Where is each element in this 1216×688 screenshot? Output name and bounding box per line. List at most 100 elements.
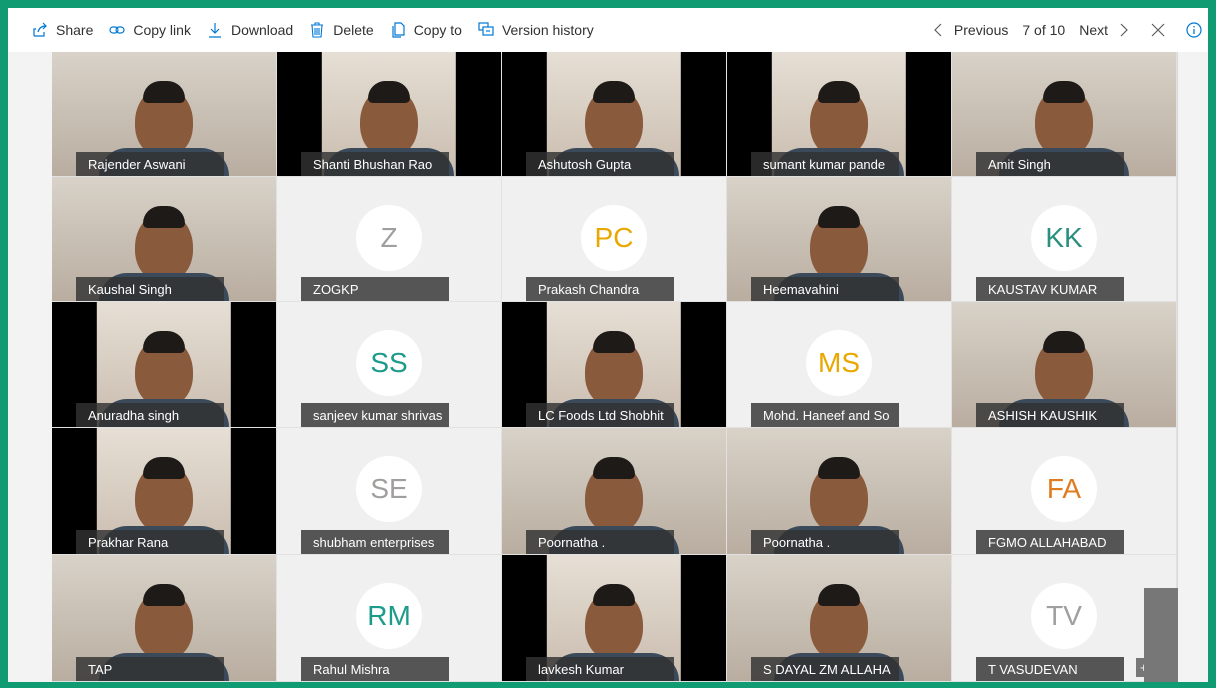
participant-name: S DAYAL ZM ALLAHA bbox=[751, 657, 899, 681]
participant-tile: ASHISH KAUSHIK bbox=[952, 302, 1177, 428]
participant-video bbox=[810, 584, 868, 661]
participant-video bbox=[360, 80, 418, 157]
participant-tile: FA FGMO ALLAHABAD bbox=[952, 428, 1177, 555]
toolbar-actions: Share Copy link Download Delete Copy to … bbox=[8, 22, 610, 38]
participant-tile: Kaushal Singh bbox=[52, 177, 277, 302]
initials-avatar: KK bbox=[1031, 205, 1097, 271]
info-icon bbox=[1186, 22, 1202, 38]
toolbar-navigation: Previous 7 of 10 Next bbox=[932, 22, 1208, 38]
participant-tile: SE shubham enterprises bbox=[277, 428, 502, 555]
share-button[interactable]: Share bbox=[32, 22, 93, 38]
participant-tile: Z ZOGKP bbox=[277, 177, 502, 302]
close-button[interactable] bbox=[1150, 22, 1166, 38]
participant-name: Rajender Aswani bbox=[76, 152, 224, 176]
participant-video bbox=[810, 205, 868, 282]
viewer-frame: Share Copy link Download Delete Copy to … bbox=[8, 8, 1208, 682]
next-label: Next bbox=[1079, 22, 1108, 38]
next-button[interactable]: Next bbox=[1079, 22, 1130, 38]
close-icon bbox=[1151, 23, 1165, 37]
participant-name: KAUSTAV KUMAR bbox=[976, 277, 1124, 301]
participant-name: Kaushal Singh bbox=[76, 277, 224, 301]
share-icon bbox=[33, 22, 47, 37]
participant-name: T VASUDEVAN bbox=[976, 657, 1124, 681]
participant-video bbox=[585, 457, 643, 534]
delete-label: Delete bbox=[333, 22, 374, 38]
previous-label: Previous bbox=[953, 22, 1009, 38]
participant-video bbox=[810, 80, 868, 157]
participant-video bbox=[135, 457, 193, 534]
initials-avatar: PC bbox=[581, 205, 647, 271]
chevron-right-icon bbox=[1120, 23, 1128, 37]
chevron-left-icon bbox=[934, 23, 942, 37]
participant-tile: Prakhar Rana bbox=[52, 428, 277, 555]
participant-tile: PC Prakash Chandra bbox=[502, 177, 727, 302]
participant-tile: Rajender Aswani bbox=[52, 52, 277, 177]
previous-button[interactable]: Previous bbox=[932, 22, 1008, 38]
participant-name: TAP bbox=[76, 657, 224, 681]
participant-tile: S DAYAL ZM ALLAHA bbox=[727, 555, 952, 682]
participant-video bbox=[1035, 331, 1093, 407]
initials-avatar: SE bbox=[356, 456, 422, 522]
participant-video bbox=[585, 584, 643, 661]
participant-name: Poornatha . bbox=[751, 530, 899, 554]
share-label: Share bbox=[56, 22, 94, 38]
image-stage: Rajender Aswani Shanti Bhushan Rao Ashutos… bbox=[8, 52, 1208, 682]
page-counter: 7 of 10 bbox=[1022, 22, 1066, 38]
participant-tile: TAP bbox=[52, 555, 277, 682]
participant-name: shubham enterprises bbox=[301, 530, 449, 554]
info-button[interactable] bbox=[1186, 22, 1202, 38]
participant-name: ZOGKP bbox=[301, 277, 449, 301]
version-history-button[interactable]: Version history bbox=[478, 22, 594, 38]
participant-video bbox=[135, 331, 193, 407]
participant-tile: Heemavahini bbox=[727, 177, 952, 302]
participant-name: sumant kumar pande bbox=[751, 152, 899, 176]
delete-button[interactable]: Delete bbox=[309, 22, 374, 38]
participant-tile: MS Mohd. Haneef and So bbox=[727, 302, 952, 428]
copy-link-label: Copy link bbox=[133, 22, 191, 38]
copy-link-button[interactable]: Copy link bbox=[109, 22, 191, 38]
participant-tile: Shanti Bhushan Rao bbox=[277, 52, 502, 177]
participant-name: sanjeev kumar shrivas bbox=[301, 403, 449, 427]
trash-icon bbox=[311, 22, 324, 38]
participant-name: Amit Singh bbox=[976, 152, 1124, 176]
participant-name: Poornatha . bbox=[526, 530, 674, 554]
initials-avatar: Z bbox=[356, 205, 422, 271]
participant-tile: Poornatha . bbox=[502, 428, 727, 555]
download-button[interactable]: Download bbox=[207, 22, 293, 38]
copy-icon bbox=[392, 22, 405, 38]
version-history-icon bbox=[478, 22, 494, 36]
participant-name: Prakash Chandra bbox=[526, 277, 674, 301]
initials-avatar: TV bbox=[1031, 583, 1097, 649]
participant-video bbox=[585, 80, 643, 157]
copy-to-label: Copy to bbox=[413, 22, 462, 38]
toolbar: Share Copy link Download Delete Copy to … bbox=[8, 8, 1208, 52]
participant-tile: Amit Singh bbox=[952, 52, 1177, 177]
download-label: Download bbox=[230, 22, 294, 38]
initials-avatar: FA bbox=[1031, 456, 1097, 522]
participant-name: Mohd. Haneef and So bbox=[751, 403, 899, 427]
participant-name: Prakhar Rana bbox=[76, 530, 224, 554]
link-icon bbox=[109, 26, 125, 34]
participant-tile: KK KAUSTAV KUMAR bbox=[952, 177, 1177, 302]
participant-tile: SS sanjeev kumar shrivas bbox=[277, 302, 502, 428]
participant-name: Anuradha singh bbox=[76, 403, 224, 427]
participant-video bbox=[585, 331, 643, 407]
participant-grid: Rajender Aswani Shanti Bhushan Rao Ashutos… bbox=[52, 52, 1178, 682]
participant-tile: sumant kumar pande bbox=[727, 52, 952, 177]
initials-avatar: RM bbox=[356, 583, 422, 649]
version-history-label: Version history bbox=[501, 22, 594, 38]
participant-video bbox=[810, 457, 868, 534]
participant-name: Shanti Bhushan Rao bbox=[301, 152, 449, 176]
participant-video bbox=[135, 205, 193, 282]
participant-tile: Poornatha . bbox=[727, 428, 952, 555]
scrollbar[interactable] bbox=[1144, 588, 1178, 682]
participant-tile: RM Rahul Mishra bbox=[277, 555, 502, 682]
participant-name: Rahul Mishra bbox=[301, 657, 449, 681]
participant-name: Heemavahini bbox=[751, 277, 899, 301]
participant-name: FGMO ALLAHABAD bbox=[976, 530, 1124, 554]
participant-name: lavkesh Kumar bbox=[526, 657, 674, 681]
download-icon bbox=[208, 23, 221, 38]
copy-to-button[interactable]: Copy to bbox=[390, 22, 462, 38]
participant-video bbox=[135, 80, 193, 157]
initials-avatar: SS bbox=[356, 330, 422, 396]
